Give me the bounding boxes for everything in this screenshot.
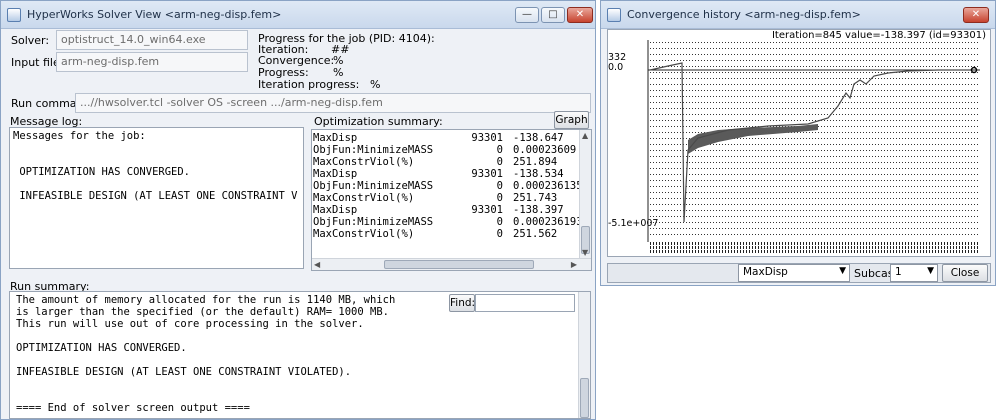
opt-summary-id: 0	[496, 228, 503, 240]
message-log-line: Messages for the job:	[13, 130, 146, 142]
message-log-line: OPTIMIZATION HAS CONVERGED.	[13, 166, 191, 178]
run-summary-line: OPTIMIZATION HAS CONVERGED.	[16, 342, 187, 354]
solver-label: Solver:	[11, 34, 50, 47]
subcase-select[interactable]: 1 ▼	[890, 264, 938, 282]
opt-summary-id: 0	[496, 144, 503, 156]
solver-window-title: HyperWorks Solver View <arm-neg-disp.fem…	[27, 8, 282, 21]
response-select[interactable]: MaxDisp ▼	[738, 264, 850, 282]
opt-summary-id: 0	[496, 180, 503, 192]
opt-summary-row: MaxDisp 93301 -138.647	[313, 132, 590, 144]
scroll-up-icon[interactable]: ▲	[582, 131, 588, 140]
opt-summary-id: 0	[496, 216, 503, 228]
run-command-field[interactable]: ...//hwsolver.tcl -solver OS -screen ...…	[75, 93, 591, 113]
opt-summary-id: 0	[496, 156, 503, 168]
run-summary-line	[16, 390, 584, 402]
opt-summary-val: -138.534	[513, 168, 564, 180]
run-summary-line	[16, 330, 584, 342]
opt-summary-val: 0.000236193	[513, 216, 583, 228]
scroll-right-icon[interactable]: ▶	[571, 260, 577, 269]
opt-summary-hscroll[interactable]: ◀ ▶	[312, 258, 591, 270]
subcase-select-value: 1	[895, 266, 902, 278]
opt-summary-label: Optimization summary:	[314, 115, 443, 128]
opt-summary-val: 0.000236135	[513, 180, 583, 192]
scroll-left-icon[interactable]: ◀	[314, 260, 320, 269]
scroll-down-icon[interactable]: ▼	[582, 248, 588, 257]
find-button[interactable]: Find:	[449, 294, 475, 312]
message-log-line: INFEASIBLE DESIGN (AT LEAST ONE CONSTRAI…	[13, 190, 298, 202]
opt-summary-table: MaxDisp 93301 -138.647 ObjFun:MinimizeMASS 0…	[312, 130, 591, 242]
app-icon	[7, 8, 21, 22]
convergence-plot-area[interactable]: Iteration=845 value=-138.397 (id=93301) …	[607, 29, 991, 257]
run-summary-vscroll[interactable]	[578, 292, 590, 418]
opt-summary-row: MaxConstrViol(%) 0 251.894	[313, 156, 590, 168]
input-file-field[interactable]: arm-neg-disp.fem	[56, 52, 248, 72]
opt-summary-name: MaxDisp	[313, 132, 358, 144]
opt-summary-panel[interactable]: MaxDisp 93301 -138.647 ObjFun:MinimizeMASS 0…	[311, 129, 592, 271]
run-summary-line: ==== End of solver screen output ====	[16, 402, 250, 414]
find-input[interactable]	[475, 294, 575, 312]
opt-summary-row: MaxDisp 93301 -138.397	[313, 204, 590, 216]
opt-summary-val: -138.397	[513, 204, 564, 216]
opt-summary-val: 251.743	[513, 192, 558, 204]
opt-summary-val: 251.894	[513, 156, 558, 168]
opt-summary-id: 93301	[471, 132, 503, 144]
opt-summary-row: ObjFun:MinimizeMASS 0 0.000236135	[313, 180, 590, 192]
opt-summary-vscroll[interactable]: ▲ ▼	[579, 130, 591, 258]
message-log-panel[interactable]: Messages for the job: OPTIMIZATION HAS C…	[9, 127, 304, 269]
opt-summary-val: -138.647	[513, 132, 564, 144]
chevron-down-icon: ▼	[839, 266, 846, 276]
message-log-line	[13, 142, 300, 154]
run-summary-line: INFEASIBLE DESIGN (AT LEAST ONE CONSTRAI…	[16, 366, 352, 378]
graph-button[interactable]: Graph	[554, 111, 589, 129]
opt-summary-row: ObjFun:MinimizeMASS 0 0.00023609	[313, 144, 590, 156]
opt-summary-name: ObjFun:MinimizeMASS	[313, 144, 434, 156]
opt-summary-name: MaxConstrViol(%)	[313, 228, 415, 240]
opt-summary-id: 93301	[471, 168, 503, 180]
opt-summary-row: MaxDisp 93301 -138.534	[313, 168, 590, 180]
response-select-value: MaxDisp	[743, 266, 788, 278]
iteration-progress-value: %	[370, 78, 381, 91]
opt-summary-name: MaxDisp	[313, 204, 358, 216]
convergence-titlebar[interactable]: Convergence history <arm-neg-disp.fem> ✕	[601, 1, 995, 29]
message-log-text: Messages for the job: OPTIMIZATION HAS C…	[10, 128, 303, 204]
solver-field[interactable]: optistruct_14.0_win64.exe	[56, 30, 248, 50]
opt-summary-row: MaxConstrViol(%) 0 251.562	[313, 228, 590, 240]
run-summary-line	[16, 354, 584, 366]
solver-view-window: HyperWorks Solver View <arm-neg-disp.fem…	[0, 0, 596, 420]
opt-summary-row: ObjFun:MinimizeMASS 0 0.000236193	[313, 216, 590, 228]
close-icon[interactable]: ✕	[567, 7, 593, 23]
chevron-down-icon: ▼	[927, 266, 934, 276]
convergence-window-title: Convergence history <arm-neg-disp.fem>	[627, 8, 861, 21]
convergence-plot	[647, 40, 980, 254]
run-summary-vscroll-thumb[interactable]	[580, 378, 589, 418]
opt-summary-name: MaxConstrViol(%)	[313, 156, 415, 168]
run-summary-line	[16, 378, 584, 390]
maximize-icon[interactable]: □	[541, 7, 565, 23]
opt-summary-name: MaxDisp	[313, 168, 358, 180]
message-log-line	[13, 178, 300, 190]
convergence-window: Convergence history <arm-neg-disp.fem> ✕…	[600, 0, 996, 286]
x-axis-tick-band	[648, 242, 978, 254]
app-icon	[607, 8, 621, 22]
close-icon[interactable]: ✕	[963, 7, 989, 23]
opt-summary-name: ObjFun:MinimizeMASS	[313, 216, 434, 228]
opt-summary-val: 251.562	[513, 228, 558, 240]
close-button[interactable]: Close	[942, 264, 988, 282]
opt-summary-hscroll-thumb[interactable]	[384, 260, 534, 269]
iteration-progress-label: Iteration progress:	[258, 78, 360, 91]
run-summary-line: This run will use out of core processing…	[16, 318, 364, 330]
opt-summary-name: MaxConstrViol(%)	[313, 192, 415, 204]
solver-titlebar[interactable]: HyperWorks Solver View <arm-neg-disp.fem…	[1, 1, 595, 29]
message-log-line	[13, 154, 300, 166]
opt-summary-id: 0	[496, 192, 503, 204]
opt-summary-val: 0.00023609	[513, 144, 577, 156]
opt-summary-id: 93301	[471, 204, 503, 216]
opt-summary-name: ObjFun:MinimizeMASS	[313, 180, 434, 192]
opt-summary-row: MaxConstrViol(%) 0 251.743	[313, 192, 590, 204]
convergence-controls: MaxDisp ▼ Subcase: 1 ▼ Close	[607, 263, 991, 283]
minimize-icon[interactable]: —	[515, 7, 539, 23]
